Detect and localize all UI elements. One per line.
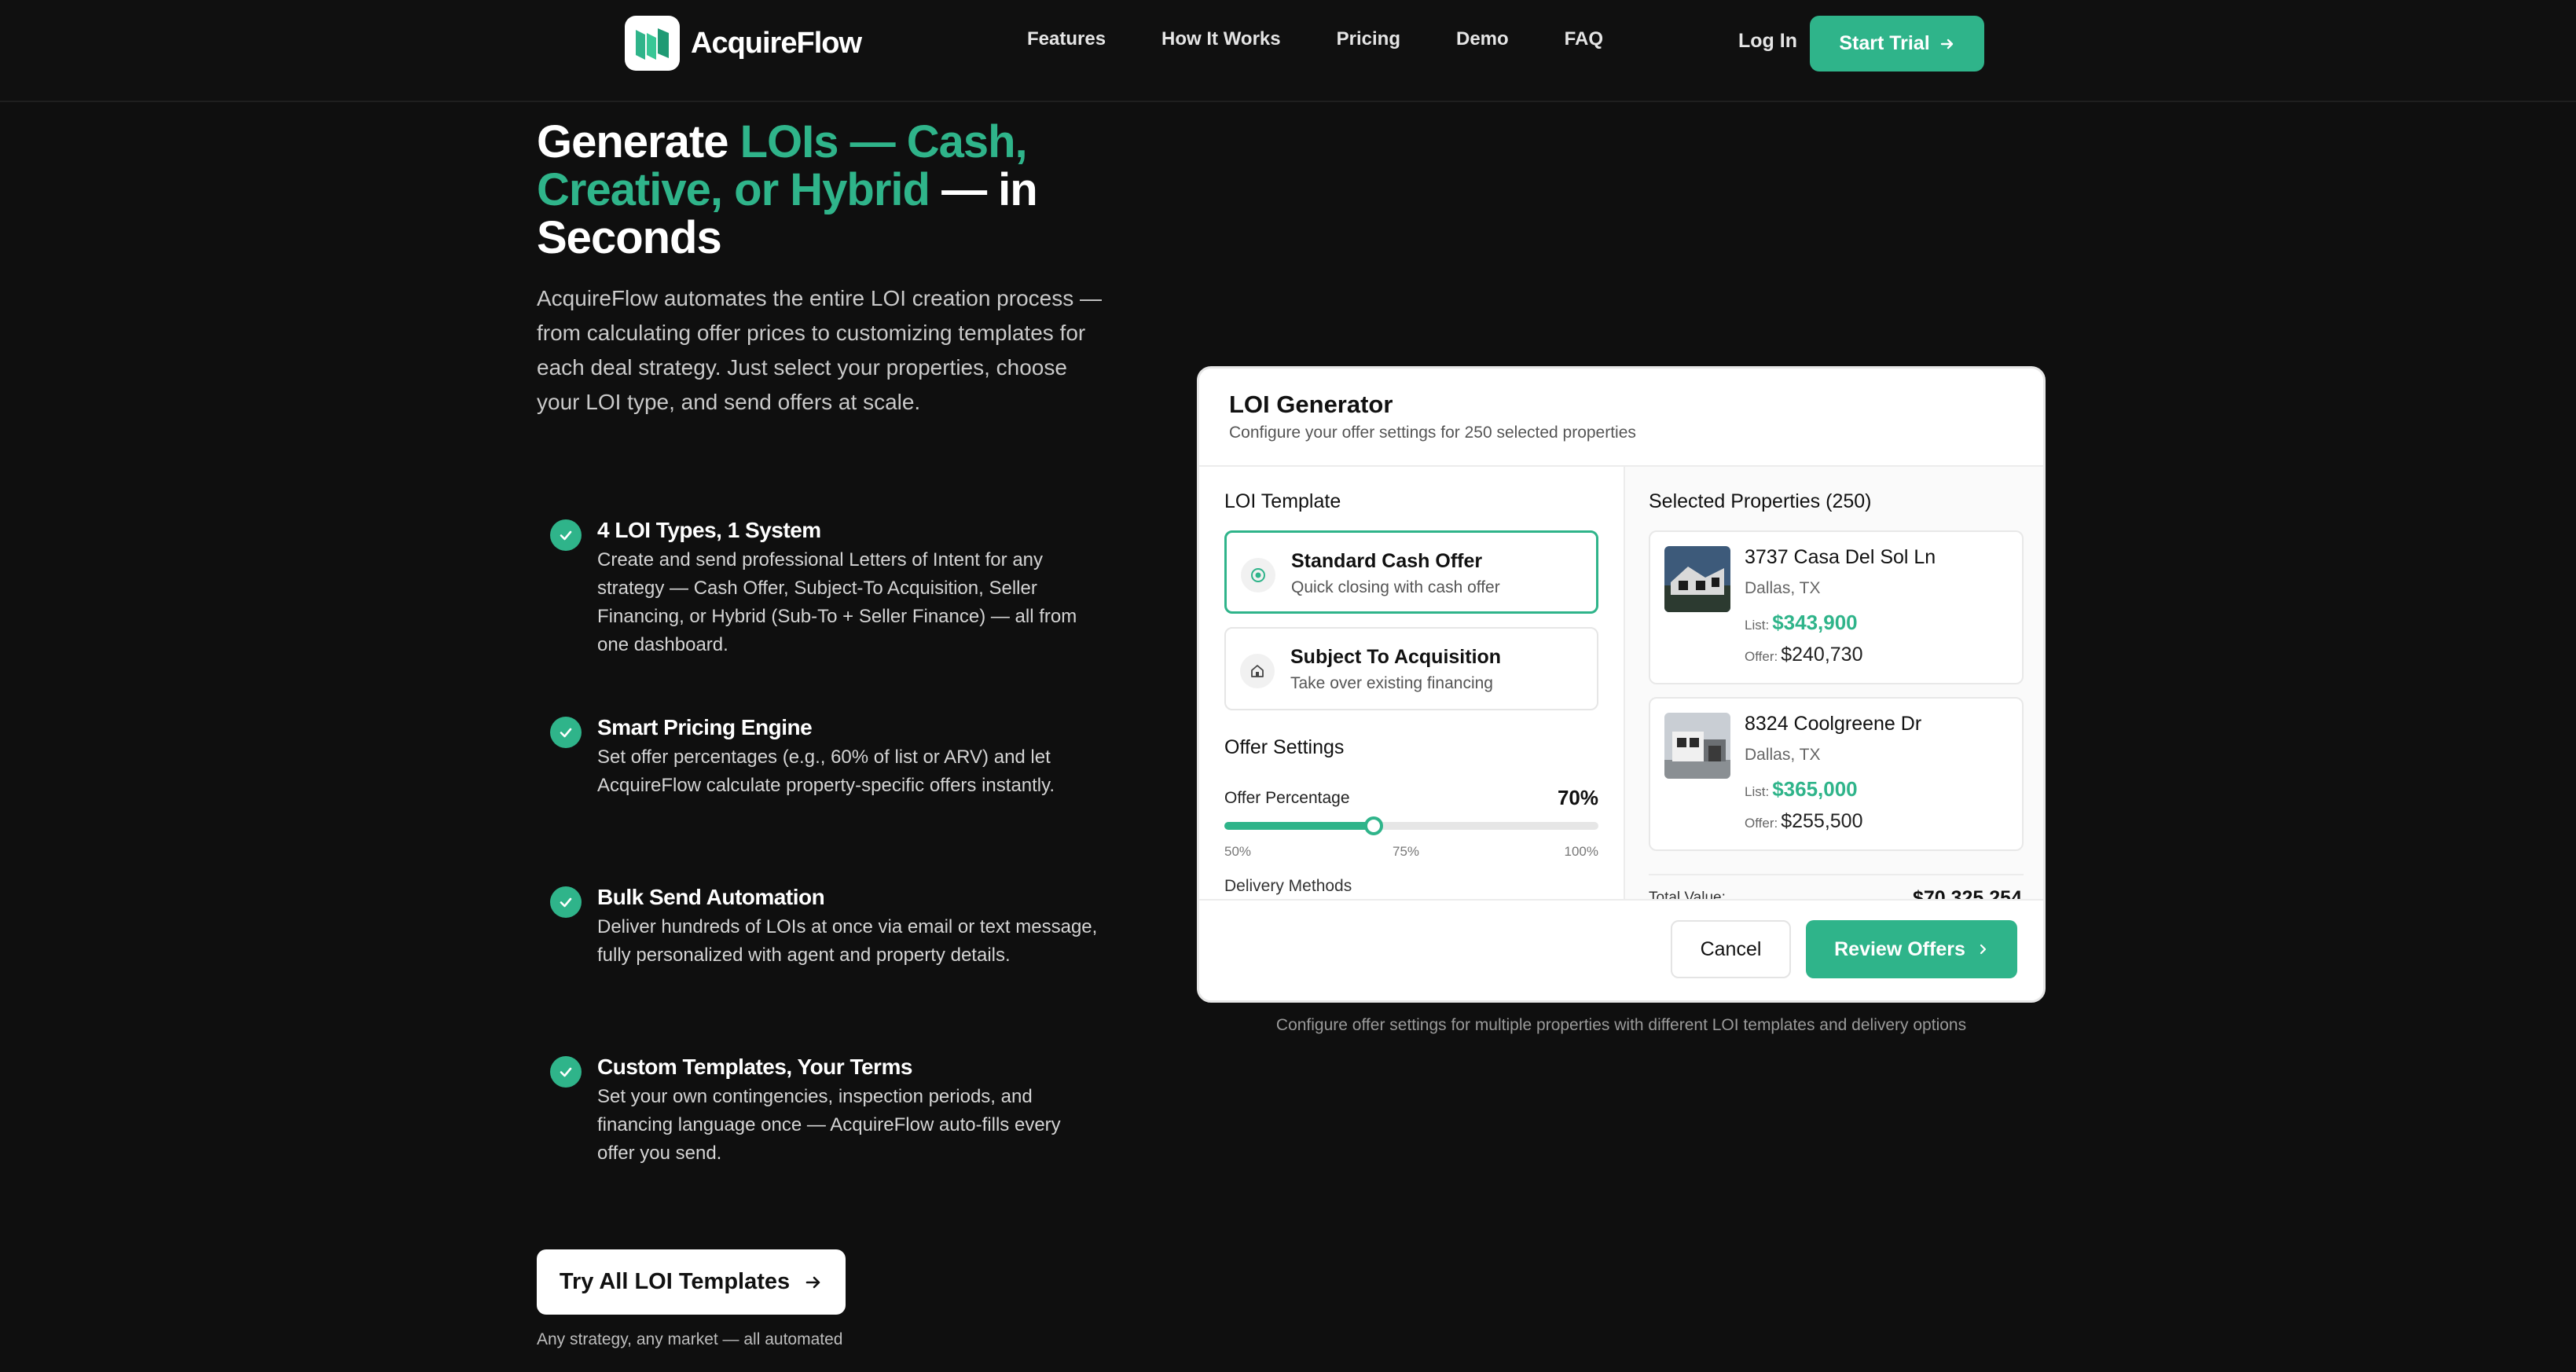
property-offer-price: Offer: $240,730 [1745, 644, 1862, 666]
nav-features[interactable]: Features [1027, 28, 1106, 50]
nav-how-it-works[interactable]: How It Works [1161, 28, 1281, 50]
property-list-price: List: $343,900 [1745, 611, 1858, 635]
check-icon [550, 519, 582, 551]
slider-fill [1224, 822, 1374, 830]
property-address: 3737 Casa Del Sol Ln [1745, 546, 1936, 568]
offer-price-label: Offer: [1745, 649, 1778, 664]
site-header: AcquireFlow Features How It Works Pricin… [0, 0, 2576, 102]
home-icon [1240, 654, 1275, 688]
divider [1649, 874, 2024, 875]
slider-tick: 75% [1393, 844, 1420, 859]
hero-description: AcquireFlow automates the entire LOI cre… [537, 286, 1103, 414]
nav-demo[interactable]: Demo [1456, 28, 1509, 50]
feature-title: Custom Templates, Your Terms [597, 1055, 912, 1079]
list-price-label: List: [1745, 784, 1770, 799]
feature-item: 4 LOI Types, 1 System Create and send pr… [550, 515, 1100, 659]
feature-item: Smart Pricing Engine Set offer percentag… [550, 712, 1100, 800]
offer-percentage-value: 70% [1557, 786, 1598, 809]
nav-pricing[interactable]: Pricing [1337, 28, 1400, 50]
offer-price-value: $255,500 [1781, 810, 1863, 832]
try-all-templates-label: Try All LOI Templates [559, 1269, 791, 1294]
property-card[interactable]: 3737 Casa Del Sol Ln Dallas, TX List: $34… [1649, 530, 2024, 684]
offer-settings-label: Offer Settings [1224, 736, 1345, 758]
review-offers-label: Review Offers [1834, 937, 1965, 960]
logo-icon [625, 16, 680, 71]
template-section-label: LOI Template [1224, 490, 1341, 512]
feature-text: Set your own contingencies, inspection p… [597, 1086, 1061, 1164]
list-price-value: $343,900 [1772, 611, 1858, 634]
cancel-button[interactable]: Cancel [1671, 920, 1791, 978]
template-option-cash[interactable]: Standard Cash Offer Quick closing with c… [1224, 530, 1598, 614]
slider-tick: 50% [1224, 844, 1252, 859]
panel-footer: Cancel Review Offers [1199, 899, 2043, 1000]
template-name: Subject To Acquisition [1290, 646, 1502, 668]
property-offer-price: Offer: $255,500 [1745, 810, 1862, 833]
loi-generator-panel: LOI Generator Configure your offer setti… [1197, 366, 2046, 1003]
try-all-templates-button[interactable]: Try All LOI Templates [537, 1249, 846, 1315]
cta-subtext: Any strategy, any market — all automated [537, 1330, 843, 1348]
feature-text: Create and send professional Letters of … [597, 549, 1077, 655]
slider-thumb[interactable] [1364, 816, 1384, 835]
login-link[interactable]: Log In [1738, 30, 1797, 53]
selected-properties-column: Selected Properties (250) 3737 Casa Del … [1624, 467, 2043, 909]
feature-title: 4 LOI Types, 1 System [597, 518, 821, 542]
radio-selected-icon [1241, 558, 1275, 592]
feature-text: Set offer percentages (e.g., 60% of list… [597, 747, 1055, 796]
hero-title: Generate LOIs — Cash, Creative, or Hybri… [537, 118, 1103, 262]
arrow-right-icon [1940, 39, 1953, 49]
template-settings-column: LOI Template Standard Cash Offer Quick c… [1199, 467, 1624, 899]
panel-caption: Configure offer settings for multiple pr… [1275, 1016, 1967, 1034]
chevron-right-icon [1980, 944, 1986, 955]
brand-logo[interactable]: AcquireFlow [625, 16, 862, 71]
property-city: Dallas, TX [1745, 746, 1821, 764]
start-trial-label: Start Trial [1839, 32, 1930, 54]
panel-subtitle: Configure your offer settings for 250 se… [1229, 424, 1636, 442]
delivery-methods-label: Delivery Methods [1224, 877, 1352, 895]
offer-price-value: $240,730 [1781, 644, 1863, 666]
arrow-right-icon [805, 1276, 820, 1288]
properties-section-label: Selected Properties (250) [1649, 490, 1872, 512]
feature-title: Smart Pricing Engine [597, 715, 813, 739]
property-card[interactable]: 8324 Coolgreene Dr Dallas, TX List: $365,… [1649, 697, 2024, 851]
feature-title: Bulk Send Automation [597, 885, 825, 909]
property-address: 8324 Coolgreene Dr [1745, 713, 1922, 735]
offer-percentage-slider[interactable] [1224, 816, 1598, 835]
review-offers-button[interactable]: Review Offers [1806, 920, 2017, 978]
feature-text: Deliver hundreds of LOIs at once via ema… [597, 916, 1098, 966]
panel-header: LOI Generator Configure your offer setti… [1199, 369, 2043, 467]
brand-name: AcquireFlow [691, 26, 862, 60]
nav-faq[interactable]: FAQ [1565, 28, 1603, 50]
template-option-subject-to[interactable]: Subject To Acquisition Take over existin… [1224, 627, 1598, 710]
property-photo [1664, 713, 1730, 779]
property-photo [1664, 546, 1730, 612]
property-list-price: List: $365,000 [1745, 777, 1858, 802]
check-icon [550, 886, 582, 918]
list-price-label: List: [1745, 618, 1770, 633]
template-desc: Take over existing financing [1290, 674, 1493, 692]
feature-item: Custom Templates, Your Terms Set your ow… [550, 1051, 1100, 1168]
check-icon [550, 717, 582, 748]
offer-price-label: Offer: [1745, 816, 1778, 831]
slider-tick: 100% [1564, 844, 1598, 859]
feature-item: Bulk Send Automation Deliver hundreds of… [550, 882, 1100, 970]
main-nav: Features How It Works Pricing Demo FAQ [1027, 28, 1603, 50]
start-trial-button[interactable]: Start Trial [1810, 16, 1984, 72]
check-icon [550, 1056, 582, 1088]
property-city: Dallas, TX [1745, 579, 1821, 597]
template-name: Standard Cash Offer [1291, 550, 1483, 572]
panel-title: LOI Generator [1229, 391, 1393, 418]
hero-title-part1: Generate [537, 116, 740, 167]
list-price-value: $365,000 [1772, 777, 1858, 801]
template-desc: Quick closing with cash offer [1291, 578, 1500, 596]
offer-percentage-label: Offer Percentage [1224, 789, 1350, 807]
